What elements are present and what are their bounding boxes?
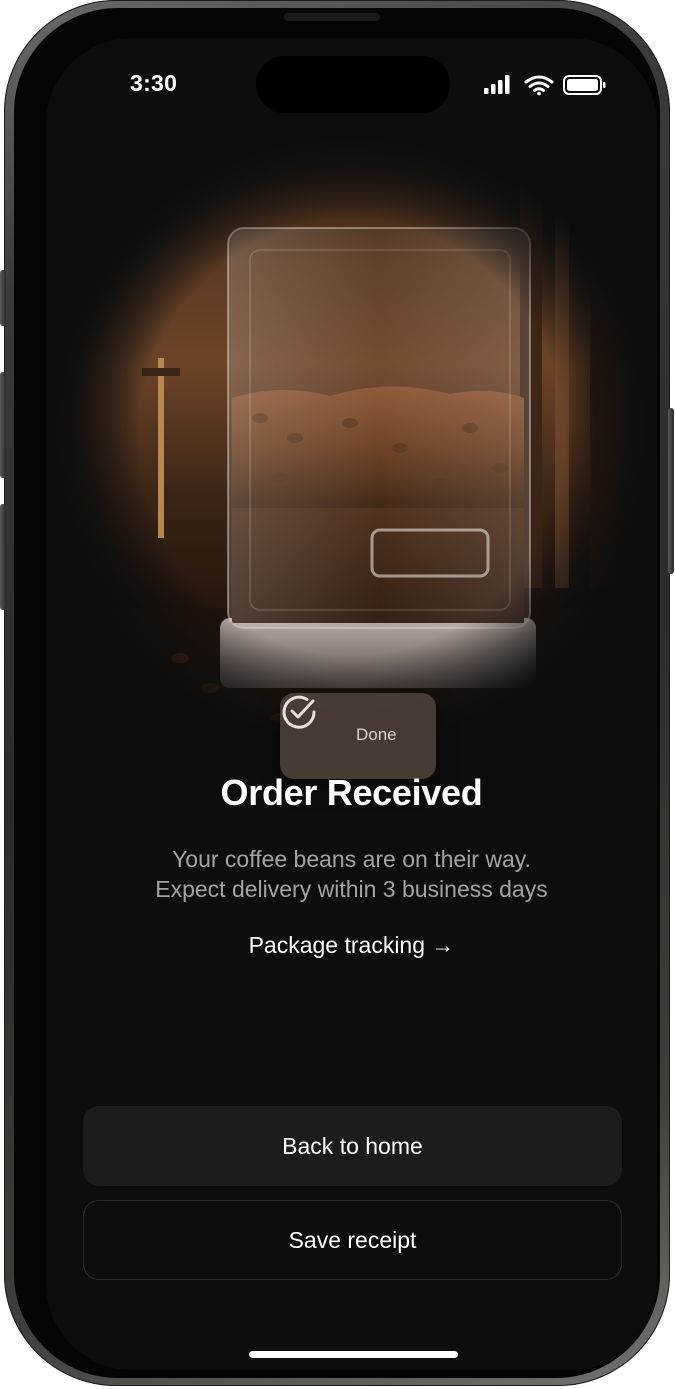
status-icons xyxy=(484,74,608,96)
save-receipt-label: Save receipt xyxy=(288,1226,417,1253)
power-button xyxy=(668,408,674,574)
subtitle-line-2: Expect delivery within 3 business days xyxy=(155,876,548,902)
coffee-grinder-illustration xyxy=(50,128,653,748)
cellular-signal-icon xyxy=(484,75,510,94)
done-badge: Done xyxy=(280,693,436,779)
save-receipt-button[interactable]: Save receipt xyxy=(83,1200,622,1280)
subtitle-line-1: Your coffee beans are on their way. xyxy=(172,846,531,872)
done-label: Done xyxy=(356,725,397,744)
package-tracking-link[interactable]: Package tracking → xyxy=(46,932,657,959)
phone-frame: 3:30 Done Order Received Your coffee bea… xyxy=(0,0,674,1386)
earpiece-speaker xyxy=(284,13,380,21)
status-time: 3:30 xyxy=(130,70,178,96)
action-button xyxy=(0,270,6,326)
dynamic-island xyxy=(256,56,450,113)
back-to-home-button[interactable]: Back to home xyxy=(83,1106,622,1186)
hero-image: Done xyxy=(50,128,653,779)
wifi-icon xyxy=(524,75,554,96)
home-indicator[interactable] xyxy=(249,1351,458,1358)
page-title: Order Received xyxy=(220,772,483,813)
check-circle-icon xyxy=(282,695,316,729)
back-to-home-label: Back to home xyxy=(282,1132,423,1159)
volume-up-button xyxy=(0,372,6,478)
volume-down-button xyxy=(0,504,6,610)
bezel: 3:30 Done Order Received Your coffee bea… xyxy=(14,8,660,1378)
screen: 3:30 Done Order Received Your coffee bea… xyxy=(46,38,657,1370)
battery-icon xyxy=(563,75,606,95)
